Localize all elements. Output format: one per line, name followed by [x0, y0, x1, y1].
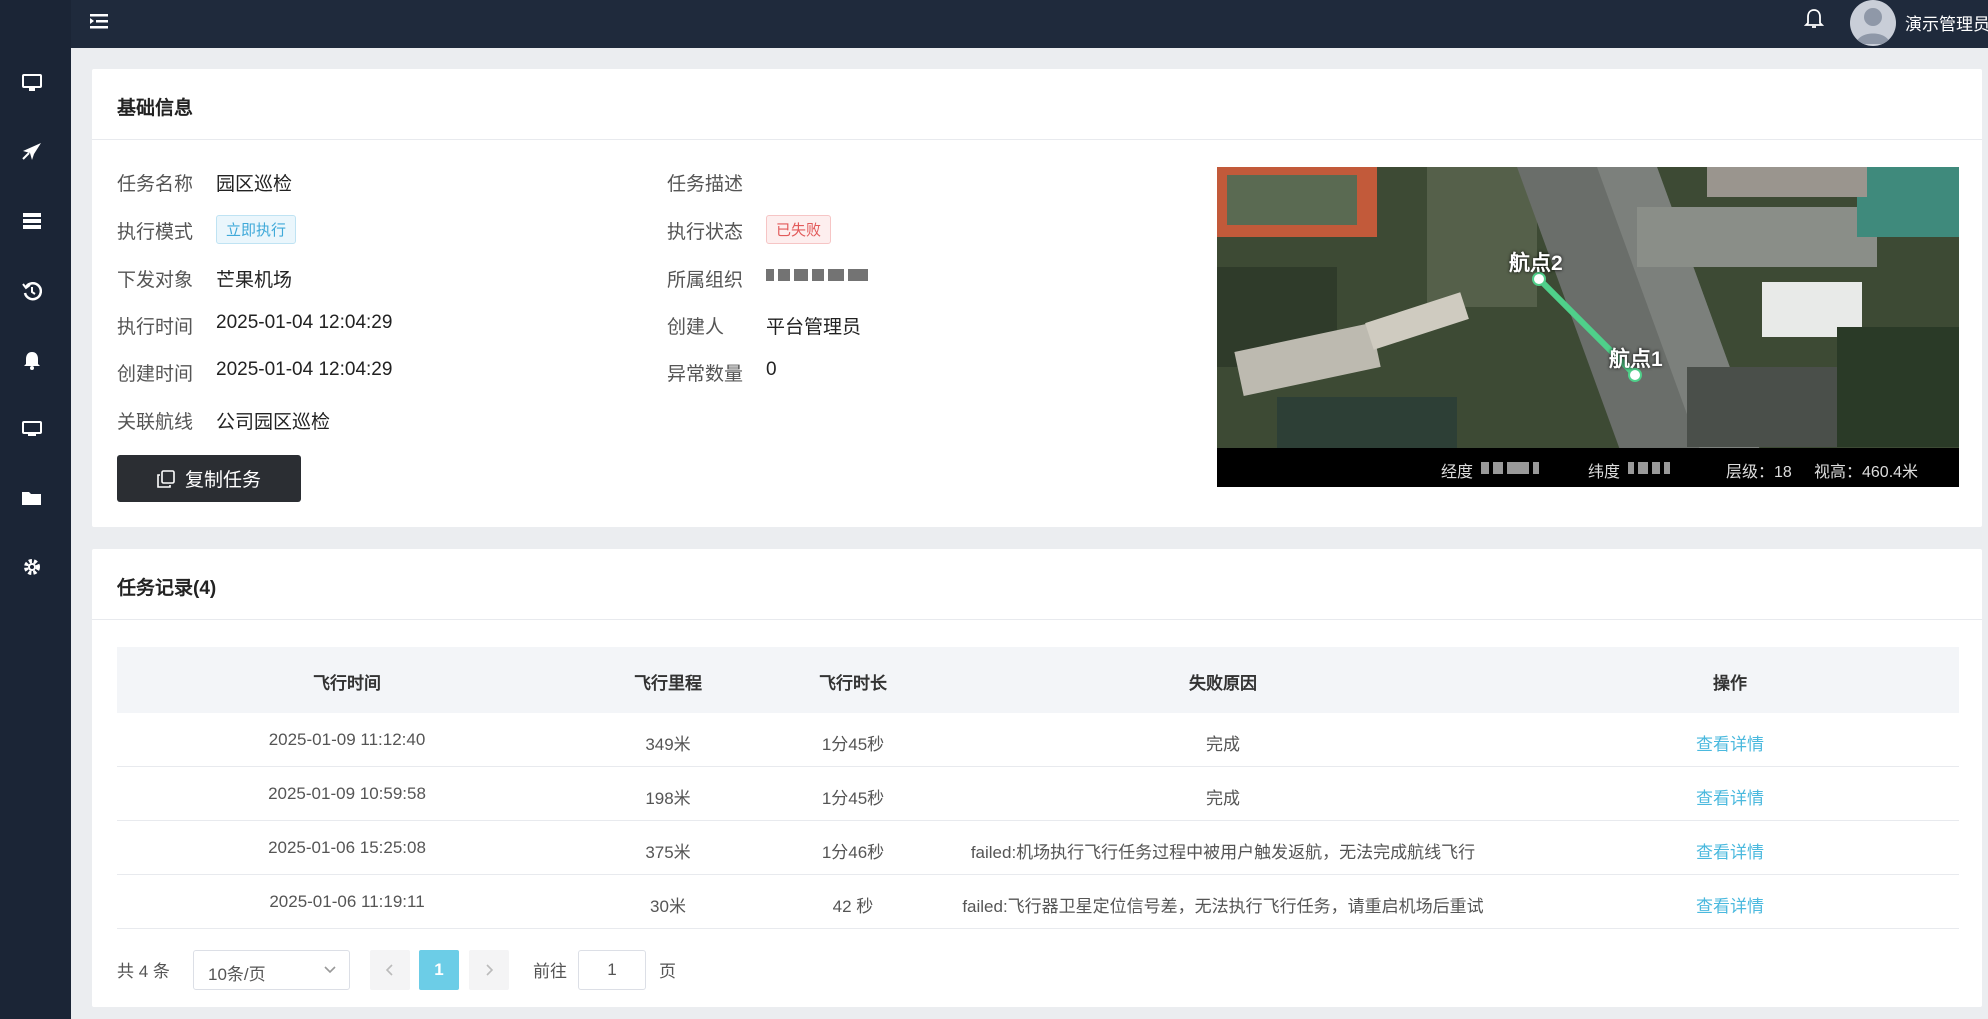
- cell-distance: 198米: [645, 789, 691, 808]
- chevron-left-icon: [385, 964, 393, 976]
- divider: [92, 619, 1982, 620]
- target-value: 芒果机场: [216, 270, 293, 291]
- history-icon[interactable]: [18, 277, 46, 305]
- monitor-icon[interactable]: [18, 69, 46, 97]
- create-time-label: 创建时间: [117, 364, 194, 385]
- lng-label: 经度: [1441, 464, 1474, 481]
- view-detail-link[interactable]: 查看详情: [1696, 730, 1764, 755]
- table-row: 2025-01-06 11:19:11 30米 42 秒 failed:飞行器卫…: [117, 875, 1959, 929]
- goto-suffix: 页: [659, 962, 676, 981]
- zoom-level: 层级：18: [1726, 464, 1792, 481]
- records-table: 飞行时间 飞行里程 飞行时长 失败原因 操作 2025-01-09 11:12:…: [117, 647, 1959, 929]
- cell-duration: 1分45秒: [821, 735, 885, 754]
- status-label: 执行状态: [667, 222, 744, 243]
- map-status-bar: 经度 纬度 层级：18 视高：460.4米: [1217, 448, 1959, 487]
- page-size-select[interactable]: 10条/页: [193, 950, 350, 990]
- chevron-down-icon: [323, 961, 337, 981]
- view-detail-link[interactable]: 查看详情: [1696, 838, 1764, 863]
- cell-distance: 30米: [650, 897, 686, 916]
- records-title: 任务记录(4): [117, 578, 217, 599]
- cell-distance: 375米: [645, 843, 691, 862]
- airplane-icon[interactable]: [18, 138, 46, 166]
- desc-label: 任务描述: [667, 174, 744, 195]
- org-label: 所属组织: [667, 270, 744, 291]
- exec-time-value: 2025-01-04 12:04:29: [216, 312, 393, 333]
- pagination-total: 共 4 条: [117, 962, 170, 981]
- table-row: 2025-01-09 11:12:40 349米 1分45秒 完成 查看详情: [117, 713, 1959, 767]
- copy-icon: [157, 469, 175, 488]
- cell-time: 2025-01-06 11:19:11: [269, 892, 425, 911]
- next-page-button[interactable]: [469, 950, 509, 990]
- basic-info-card: 基础信息 任务名称 园区巡检 执行模式 立即执行 下发对象 芒果机场 执行时间 …: [92, 69, 1982, 527]
- screen-icon[interactable]: [18, 415, 46, 443]
- copy-task-button[interactable]: 复制任务: [117, 455, 301, 502]
- create-time-value: 2025-01-04 12:04:29: [216, 359, 393, 380]
- status-badge: 已失败: [766, 215, 832, 244]
- view-detail-link[interactable]: 查看详情: [1696, 892, 1764, 917]
- table-header: 飞行时间 飞行里程 飞行时长 失败原因 操作: [117, 647, 1959, 713]
- menu-toggle-icon[interactable]: [86, 8, 112, 34]
- route-map[interactable]: 航点2 航点1 经度 纬度 层级：18 视高：460.4米: [1217, 167, 1959, 487]
- user-name[interactable]: 演示管理员: [1905, 10, 1988, 35]
- cell-duration: 42 秒: [832, 897, 874, 916]
- cell-distance: 349米: [645, 735, 691, 754]
- view-height: 视高：460.4米: [1814, 464, 1919, 481]
- page-size-value: 10条/页: [208, 965, 266, 984]
- sidebar: [0, 0, 71, 1019]
- table-row: 2025-01-06 15:25:08 375米 1分46秒 failed:机场…: [117, 821, 1959, 875]
- cell-time: 2025-01-09 11:12:40: [268, 730, 426, 749]
- target-label: 下发对象: [117, 270, 194, 291]
- satellite-map-image: [1217, 167, 1959, 487]
- lat-label: 纬度: [1588, 464, 1621, 481]
- cell-duration: 1分45秒: [821, 789, 885, 808]
- col-action: 操作: [1713, 674, 1747, 693]
- waypoint-1-label: 航点1: [1609, 348, 1663, 371]
- exec-mode-tag: 立即执行: [216, 215, 297, 244]
- view-detail-link[interactable]: 查看详情: [1696, 784, 1764, 809]
- col-fail-reason: 失败原因: [1189, 674, 1257, 693]
- list-icon[interactable]: [18, 207, 46, 235]
- folder-icon[interactable]: [18, 484, 46, 512]
- top-header: 演示管理员: [71, 0, 1988, 48]
- cell-reason: failed:飞行器卫星定位信号差，无法执行飞行任务，请重启机场后重试: [962, 897, 1484, 916]
- lat-value-redacted: [1628, 462, 1670, 474]
- col-duration: 飞行时长: [819, 674, 887, 693]
- goto-page-input[interactable]: [578, 950, 646, 990]
- divider: [92, 139, 1982, 140]
- col-flight-time: 飞行时间: [313, 674, 381, 693]
- anomaly-label: 异常数量: [667, 364, 744, 385]
- lng-value-redacted: [1481, 462, 1539, 474]
- goto-label: 前往: [533, 962, 567, 981]
- exec-mode-label: 执行模式: [117, 222, 194, 243]
- task-name-value: 园区巡检: [216, 174, 293, 195]
- page-number-button[interactable]: 1: [419, 950, 459, 990]
- waypoint-2-label: 航点2: [1509, 252, 1563, 275]
- route-value: 公司园区巡检: [216, 412, 331, 433]
- prev-page-button[interactable]: [370, 950, 410, 990]
- notification-bell-icon[interactable]: [1801, 6, 1827, 32]
- gear-icon[interactable]: [18, 553, 46, 581]
- chevron-right-icon: [486, 964, 494, 976]
- org-value-redacted: [766, 269, 868, 281]
- task-name-label: 任务名称: [117, 174, 194, 195]
- cell-time: 2025-01-06 15:25:08: [268, 838, 426, 857]
- cell-reason: 完成: [1206, 735, 1240, 754]
- cell-duration: 1分46秒: [821, 843, 885, 862]
- basic-info-title: 基础信息: [117, 98, 194, 119]
- route-label: 关联航线: [117, 412, 194, 433]
- cell-reason: 完成: [1206, 789, 1240, 808]
- exec-time-label: 执行时间: [117, 317, 194, 338]
- avatar[interactable]: [1850, 0, 1896, 46]
- copy-task-label: 复制任务: [184, 470, 261, 491]
- cell-reason: failed:机场执行飞行任务过程中被用户触发返航，无法完成航线飞行: [970, 843, 1476, 862]
- anomaly-value: 0: [766, 359, 777, 380]
- task-records-card: 任务记录(4) 飞行时间 飞行里程 飞行时长 失败原因 操作 2025-01-0…: [92, 549, 1982, 1007]
- creator-label: 创建人: [667, 317, 725, 338]
- cell-time: 2025-01-09 10:59:58: [268, 784, 426, 803]
- table-row: 2025-01-09 10:59:58 198米 1分45秒 完成 查看详情: [117, 767, 1959, 821]
- creator-value: 平台管理员: [766, 317, 862, 338]
- bell-icon[interactable]: [18, 346, 46, 374]
- col-distance: 飞行里程: [634, 674, 702, 693]
